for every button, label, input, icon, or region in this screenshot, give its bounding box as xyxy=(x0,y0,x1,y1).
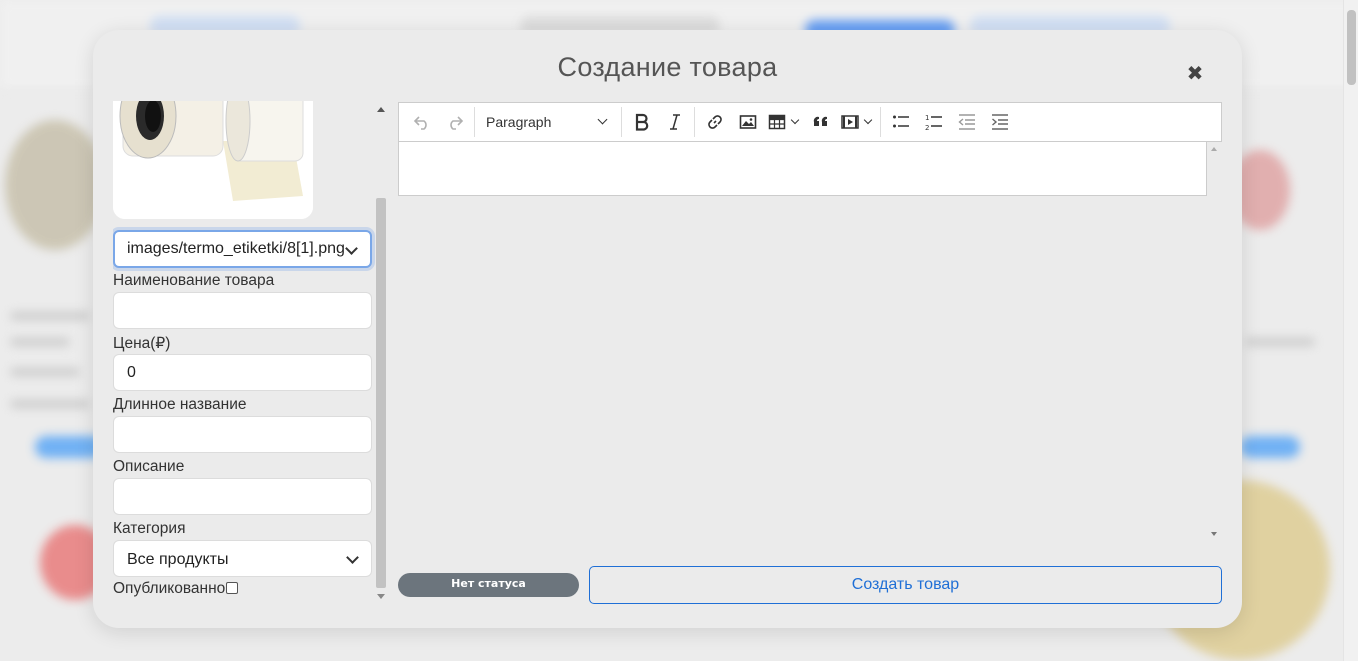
close-icon[interactable]: ✖ xyxy=(1186,63,1204,83)
create-product-button[interactable]: Создать товар xyxy=(589,566,1222,604)
page-scrollbar-thumb[interactable] xyxy=(1347,10,1356,85)
published-row: Опубликованно xyxy=(113,580,239,598)
outdent-icon[interactable] xyxy=(950,107,983,137)
description-label: Описание xyxy=(113,458,185,475)
chevron-down-icon xyxy=(597,114,608,125)
rich-text-editor[interactable] xyxy=(398,142,1207,196)
undo-icon[interactable] xyxy=(405,107,438,137)
svg-text:1: 1 xyxy=(925,114,929,122)
media-dropdown[interactable] xyxy=(837,107,877,137)
published-label: Опубликованно xyxy=(113,580,226,597)
product-image-preview xyxy=(113,101,313,219)
toolbar-divider xyxy=(694,107,695,137)
category-select[interactable]: Все продукты xyxy=(113,540,372,577)
label-rolls-image xyxy=(113,101,313,219)
chevron-down-icon xyxy=(790,115,800,125)
category-label: Категория xyxy=(113,520,186,537)
image-path-value: images/termo_etiketki/8[1].png xyxy=(127,240,345,257)
scroll-down-arrow-icon[interactable] xyxy=(1211,532,1217,536)
product-form: images/termo_etiketki/8[1].png Наименова… xyxy=(113,101,375,601)
form-scrollbar[interactable] xyxy=(375,101,387,602)
image-icon[interactable] xyxy=(731,107,764,137)
bulleted-list-icon[interactable] xyxy=(884,107,917,137)
chevron-down-icon xyxy=(346,551,359,564)
table-icon[interactable] xyxy=(764,107,790,137)
italic-icon[interactable] xyxy=(658,107,691,137)
long-name-input[interactable] xyxy=(113,416,372,453)
price-label: Цена(₽) xyxy=(113,335,171,352)
page-scrollbar[interactable] xyxy=(1343,0,1358,661)
block-format-dropdown[interactable]: Paragraph xyxy=(478,107,618,137)
link-icon[interactable] xyxy=(698,107,731,137)
media-icon[interactable] xyxy=(837,107,863,137)
indent-icon[interactable] xyxy=(983,107,1016,137)
published-checkbox[interactable] xyxy=(226,582,239,594)
create-product-modal: Создание товара ✖ images/termo_etiketki/… xyxy=(93,30,1242,628)
editor-scrollbar[interactable] xyxy=(1207,142,1222,539)
image-path-select[interactable]: images/termo_etiketki/8[1].png xyxy=(113,230,372,268)
modal-title: Создание товара xyxy=(557,52,778,82)
redo-icon[interactable] xyxy=(438,107,471,137)
name-label: Наименование товара xyxy=(113,272,275,289)
status-badge: Нет статуса xyxy=(398,573,579,597)
scroll-up-arrow-icon[interactable] xyxy=(1211,147,1217,151)
form-scrollbar-thumb[interactable] xyxy=(376,198,386,588)
bold-icon[interactable] xyxy=(625,107,658,137)
scroll-down-arrow-icon[interactable] xyxy=(377,594,385,599)
name-input[interactable] xyxy=(113,292,372,329)
svg-text:2: 2 xyxy=(925,124,929,131)
long-name-label: Длинное название xyxy=(113,396,247,413)
scroll-up-arrow-icon[interactable] xyxy=(377,107,385,112)
description-input[interactable] xyxy=(113,478,372,515)
toolbar-divider xyxy=(474,107,475,137)
chevron-down-icon xyxy=(345,242,358,255)
block-format-value: Paragraph xyxy=(486,114,552,130)
numbered-list-icon[interactable]: 12 xyxy=(917,107,950,137)
toolbar-divider xyxy=(880,107,881,137)
toolbar-divider xyxy=(621,107,622,137)
price-input[interactable]: 0 xyxy=(113,354,372,391)
table-dropdown[interactable] xyxy=(764,107,804,137)
chevron-down-icon xyxy=(863,115,873,125)
blockquote-icon[interactable] xyxy=(804,107,837,137)
category-value: Все продукты xyxy=(127,551,229,568)
editor-toolbar: Paragraph 1 2 xyxy=(398,102,1222,142)
